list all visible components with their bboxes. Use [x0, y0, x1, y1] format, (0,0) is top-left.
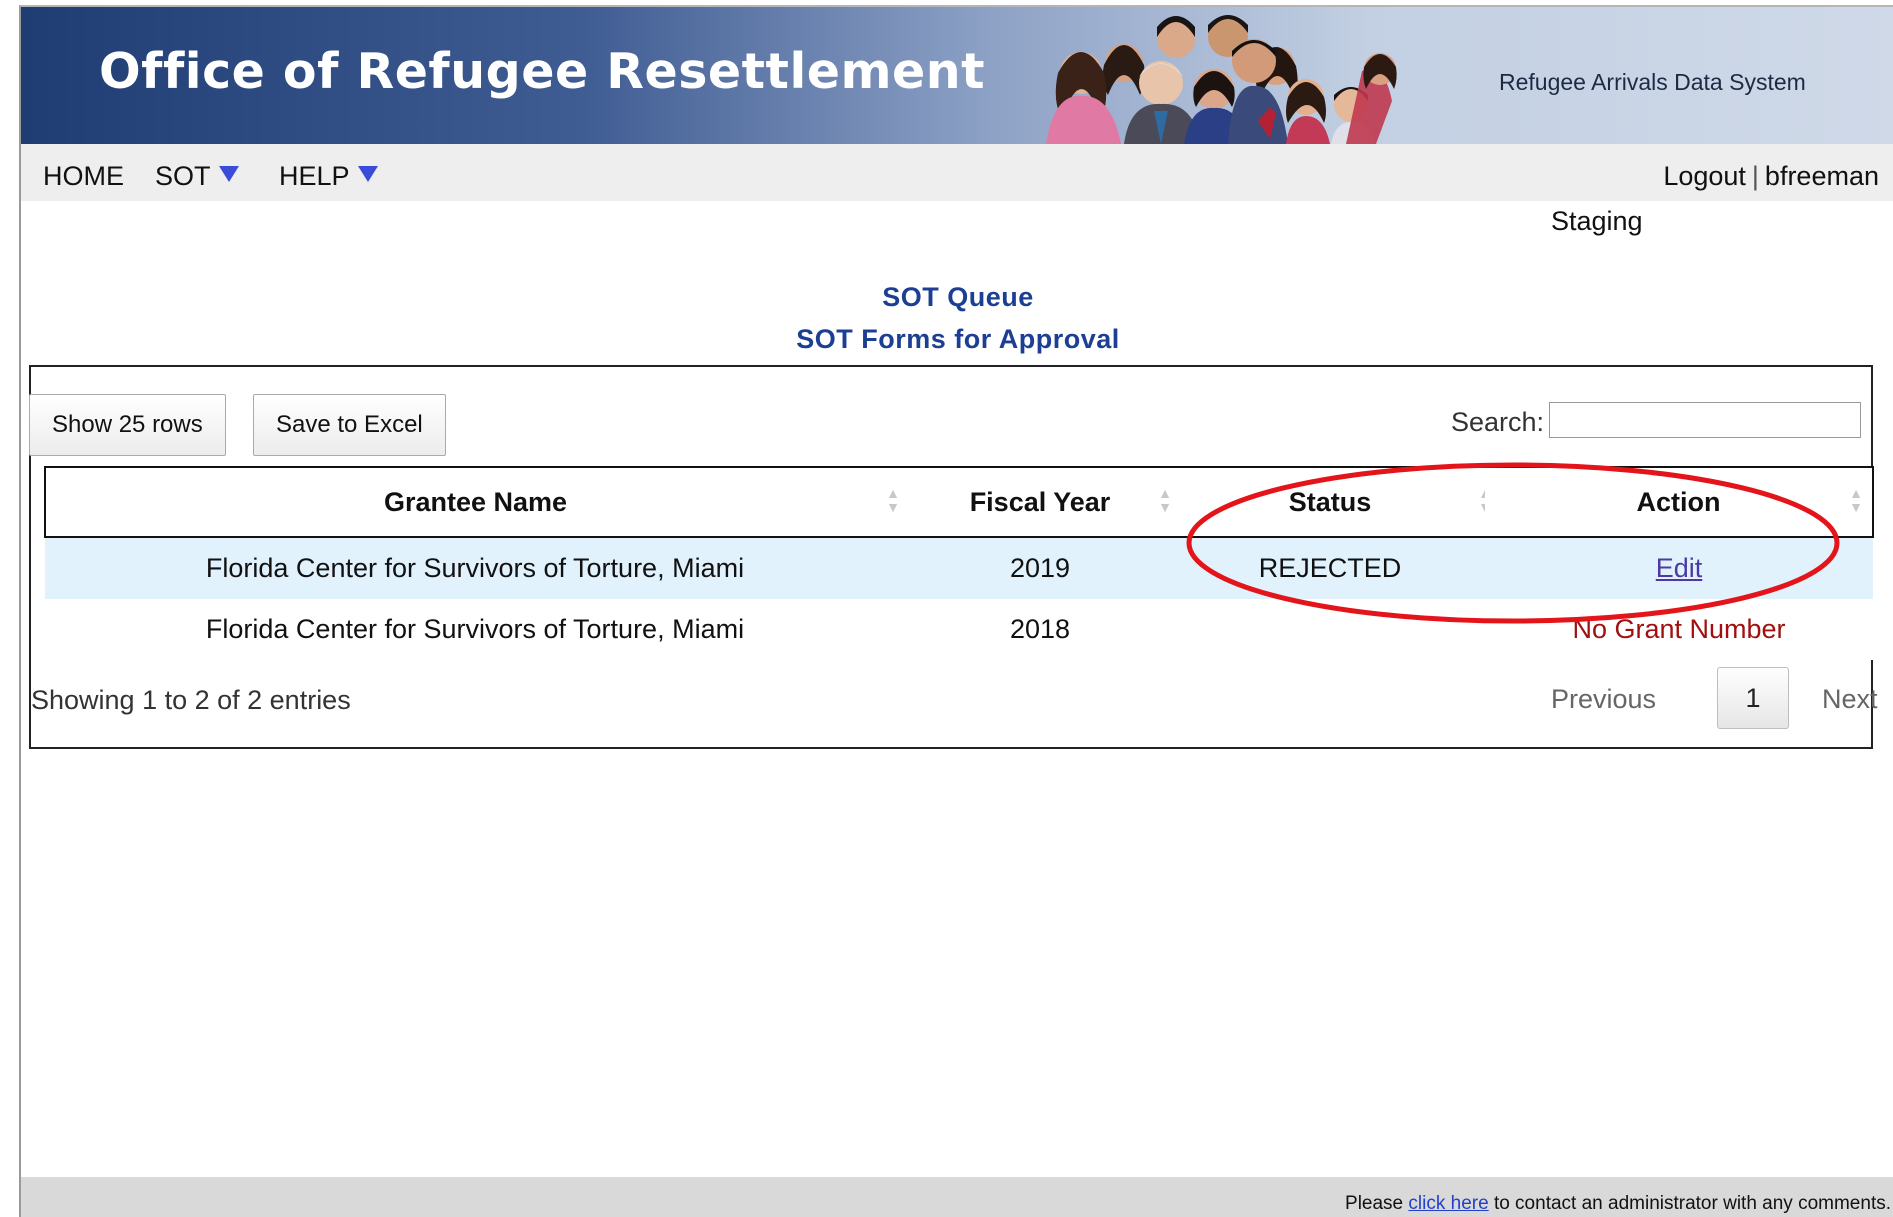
fiscal-year-cell: 2018	[905, 599, 1175, 660]
edit-link[interactable]: Edit	[1656, 553, 1703, 583]
environment-label: Staging	[1551, 206, 1643, 236]
column-label: Action	[1636, 486, 1721, 517]
status-cell	[1175, 599, 1485, 660]
footer-prefix: Please	[1345, 1193, 1404, 1214]
show-rows-button[interactable]: Show 25 rows	[29, 394, 226, 456]
grantee-cell: Florida Center for Survivors of Torture,…	[45, 537, 905, 599]
nav-sot-menu[interactable]: SOT	[155, 161, 239, 192]
contact-admin-link[interactable]: click here	[1408, 1193, 1488, 1214]
nav-sot-label: SOT	[155, 161, 211, 191]
page-1-button[interactable]: 1	[1717, 667, 1789, 729]
search-label: Search:	[1451, 407, 1545, 437]
sort-arrows-icon: ▲▼	[886, 485, 900, 515]
fiscal-year-cell: 2019	[905, 537, 1175, 599]
footer-bar: Please click here to contact an administ…	[21, 1177, 1893, 1217]
next-page-button[interactable]: Next	[1822, 668, 1878, 730]
nav-home[interactable]: HOME	[43, 161, 124, 192]
dropdown-arrow-icon	[357, 166, 378, 182]
browser-viewport: Office of Refugee Resettlement Refugee A…	[19, 5, 1893, 1217]
sort-arrows-icon: ▲▼	[1158, 485, 1172, 515]
column-header-status[interactable]: Status ▲▼	[1175, 466, 1492, 538]
nav-separator: |	[1751, 161, 1759, 191]
page-title: SOT Queue	[882, 282, 1034, 312]
search-input[interactable]	[1549, 402, 1861, 438]
sot-queue-table: Grantee Name ▲▼ Fiscal Year ▲▼ Status ▲▼…	[44, 466, 1874, 660]
table-header-row: Grantee Name ▲▼ Fiscal Year ▲▼ Status ▲▼…	[44, 466, 1874, 538]
column-header-fiscal-year[interactable]: Fiscal Year ▲ ▼	[905, 466, 1175, 538]
column-label: Grantee Name	[383, 486, 568, 517]
footer-message: Please click here to contact an administ…	[1345, 1193, 1891, 1215]
action-cell: Edit	[1485, 537, 1873, 599]
nav-help-label: HELP	[279, 161, 350, 191]
page-subtitle: SOT Forms for Approval	[796, 324, 1120, 354]
save-to-excel-button[interactable]: Save to Excel	[253, 394, 446, 456]
table-row: Florida Center for Survivors of Torture,…	[45, 599, 1873, 660]
nav-help-menu[interactable]: HELP	[279, 161, 378, 192]
column-label: Status	[1288, 486, 1372, 517]
site-title: Office of Refugee Resettlement	[99, 43, 986, 100]
dropdown-arrow-icon	[218, 166, 239, 182]
status-cell: REJECTED	[1175, 537, 1485, 599]
sort-arrows-icon: ▲▼	[1849, 485, 1863, 515]
system-name: Refugee Arrivals Data System	[1499, 69, 1806, 95]
nav-bar: HOME SOT HELP Logout | bfreeman	[21, 144, 1893, 201]
table-row: Florida Center for Survivors of Torture,…	[45, 537, 1873, 599]
logout-link[interactable]: Logout	[1663, 161, 1746, 191]
queue-table-panel: Show 25 rows Save to Excel Search: Grant…	[29, 365, 1878, 749]
user-menu: Logout | bfreeman	[1663, 161, 1879, 192]
column-header-action[interactable]: Action ▲ ▼	[1485, 466, 1874, 538]
banner-family-photo	[1046, 15, 1397, 144]
table-info: Showing 1 to 2 of 2 entries	[31, 685, 351, 715]
previous-page-button[interactable]: Previous	[1551, 668, 1656, 730]
no-grant-number-text: No Grant Number	[1572, 614, 1786, 644]
footer-suffix: to contact an administrator with any com…	[1493, 1193, 1891, 1214]
column-header-grantee[interactable]: Grantee Name ▲ ▼	[44, 466, 905, 538]
username: bfreeman	[1764, 161, 1879, 191]
column-label: Fiscal Year	[969, 486, 1111, 517]
header-banner: Office of Refugee Resettlement Refugee A…	[21, 7, 1893, 144]
action-cell: No Grant Number	[1485, 599, 1873, 660]
grantee-cell: Florida Center for Survivors of Torture,…	[45, 599, 905, 660]
